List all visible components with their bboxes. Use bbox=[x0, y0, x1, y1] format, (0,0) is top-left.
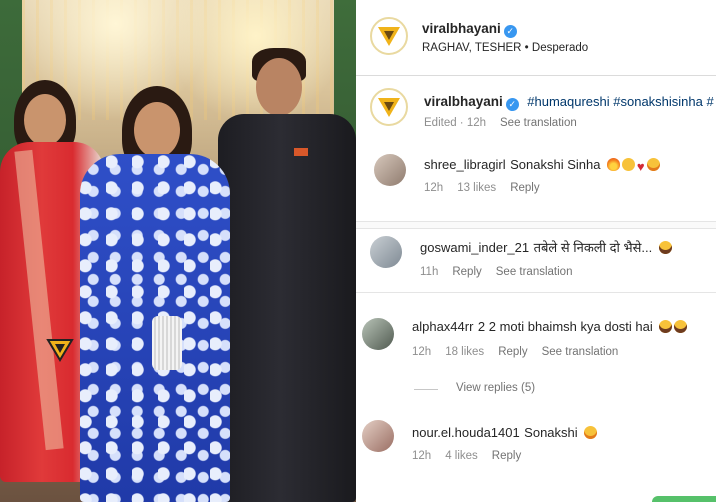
caption-username[interactable]: viralbhayani bbox=[424, 94, 503, 109]
post-header: viralbhayani ✓ RAGHAV, TESHER • Desperado bbox=[356, 0, 716, 76]
verified-badge-icon: ✓ bbox=[505, 98, 519, 111]
comment-time: 11h bbox=[420, 266, 439, 278]
comment-text: Sonakshi bbox=[524, 425, 578, 440]
laughing-emoji-icon bbox=[658, 241, 672, 254]
starry-eyes-emoji-icon bbox=[646, 158, 660, 171]
commenter-avatar[interactable] bbox=[374, 154, 406, 186]
commenter-username[interactable]: shree_libragirl bbox=[424, 157, 506, 172]
caption-hashtags[interactable]: #humaqureshi #sonakshisinha # bbox=[527, 94, 713, 109]
view-replies-line bbox=[414, 389, 438, 390]
view-replies-button[interactable]: View replies (5) bbox=[456, 382, 535, 394]
reply-button[interactable]: Reply bbox=[498, 346, 527, 358]
commenter-avatar[interactable] bbox=[362, 420, 394, 452]
comment-likes[interactable]: 4 likes bbox=[445, 450, 478, 462]
comment-time: 12h bbox=[412, 450, 432, 462]
laughing-emoji-icon bbox=[674, 320, 688, 333]
heart-emoji-icon: ♥ bbox=[636, 159, 645, 174]
divider bbox=[356, 292, 716, 293]
starry-eyes-emoji-icon bbox=[584, 426, 598, 439]
comment-likes[interactable]: 18 likes bbox=[445, 346, 484, 358]
commenter-username[interactable]: alphax44rr bbox=[412, 319, 473, 334]
commenter-username[interactable]: goswami_inder_21 bbox=[420, 240, 529, 255]
commenter-username[interactable]: nour.el.houda1401 bbox=[412, 425, 520, 440]
comment-text: तबेले से निकली दो भैसे... bbox=[533, 240, 653, 255]
post-photo[interactable] bbox=[0, 0, 356, 502]
comment-see-translation[interactable]: See translation bbox=[542, 346, 619, 358]
reply-button[interactable]: Reply bbox=[510, 182, 539, 194]
person-black-suit bbox=[218, 48, 356, 502]
reply-button[interactable]: Reply bbox=[452, 266, 481, 278]
laughing-emoji-icon bbox=[659, 320, 673, 333]
viral-v-logo-icon bbox=[378, 27, 400, 46]
viral-v-logo-icon bbox=[378, 98, 400, 117]
scream-emoji-icon bbox=[621, 158, 635, 171]
author-avatar[interactable] bbox=[370, 17, 408, 55]
caption-see-translation[interactable]: See translation bbox=[500, 117, 577, 129]
caption-edited-time: Edited · 12h bbox=[424, 117, 487, 129]
audio-track[interactable]: RAGHAV, TESHER • Desperado bbox=[422, 42, 588, 54]
comments-panel: viralbhayani ✓ RAGHAV, TESHER • Desperado… bbox=[356, 0, 716, 502]
comment-time: 12h bbox=[424, 182, 444, 194]
comment-text: 2 2 moti bhaimsh kya dosti hai bbox=[477, 319, 653, 334]
author-username[interactable]: viralbhayani bbox=[422, 21, 501, 36]
comment-time: 12h bbox=[412, 346, 432, 358]
comment-see-translation[interactable]: See translation bbox=[496, 266, 573, 278]
commenter-avatar[interactable] bbox=[362, 318, 394, 350]
comment-text: Sonakshi Sinha bbox=[510, 157, 601, 172]
fire-emoji-icon bbox=[606, 158, 620, 171]
screenshot-seam bbox=[356, 221, 716, 229]
verified-badge-icon: ✓ bbox=[503, 25, 517, 38]
viral-logo-watermark bbox=[46, 339, 74, 362]
caption-author-avatar[interactable] bbox=[370, 88, 408, 126]
person-blue-outfit bbox=[80, 86, 230, 502]
reply-button[interactable]: Reply bbox=[492, 450, 521, 462]
comment-likes[interactable]: 13 likes bbox=[457, 182, 496, 194]
floating-pill[interactable] bbox=[652, 496, 716, 502]
commenter-avatar[interactable] bbox=[370, 236, 402, 268]
